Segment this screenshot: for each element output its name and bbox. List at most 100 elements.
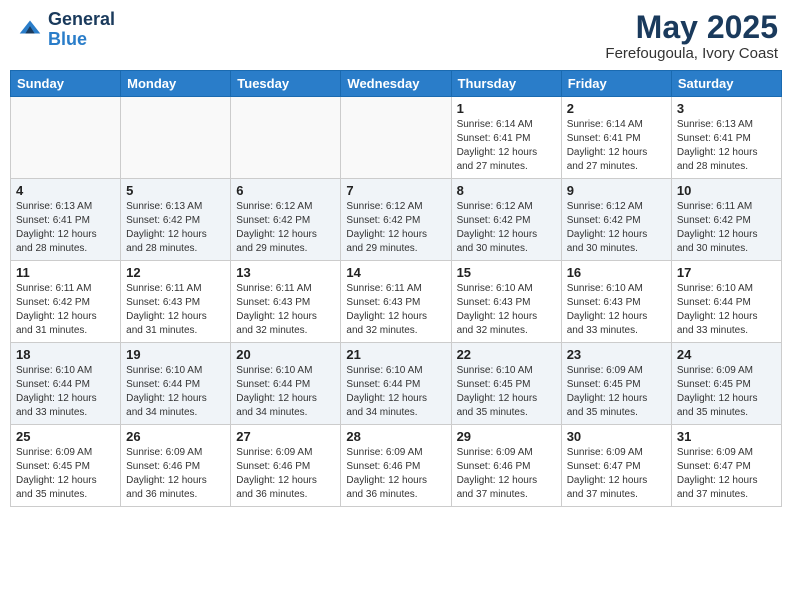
calendar-day-cell: 31 Sunrise: 6:09 AMSunset: 6:47 PMDayligh… [671, 425, 781, 507]
day-number: 27 [236, 429, 335, 444]
day-number: 10 [677, 183, 776, 198]
day-info: Sunrise: 6:11 AMSunset: 6:42 PMDaylight:… [16, 282, 115, 338]
day-info: Sunrise: 6:09 AMSunset: 6:47 PMDaylight:… [677, 446, 776, 502]
calendar-header-tuesday: Tuesday [231, 71, 341, 97]
day-info: Sunrise: 6:13 AMSunset: 6:42 PMDaylight:… [126, 200, 225, 256]
day-info: Sunrise: 6:10 AMSunset: 6:44 PMDaylight:… [346, 364, 445, 420]
day-number: 5 [126, 183, 225, 198]
calendar-day-cell: 28 Sunrise: 6:09 AMSunset: 6:46 PMDayligh… [341, 425, 451, 507]
day-info: Sunrise: 6:10 AMSunset: 6:44 PMDaylight:… [236, 364, 335, 420]
day-info: Sunrise: 6:09 AMSunset: 6:46 PMDaylight:… [236, 446, 335, 502]
calendar-day-cell: 3 Sunrise: 6:13 AMSunset: 6:41 PMDaylight… [671, 97, 781, 179]
calendar-day-cell: 11 Sunrise: 6:11 AMSunset: 6:42 PMDayligh… [11, 261, 121, 343]
day-info: Sunrise: 6:11 AMSunset: 6:43 PMDaylight:… [126, 282, 225, 338]
calendar-day-cell: 12 Sunrise: 6:11 AMSunset: 6:43 PMDayligh… [121, 261, 231, 343]
logo-text: General Blue [48, 10, 115, 50]
day-info: Sunrise: 6:09 AMSunset: 6:46 PMDaylight:… [126, 446, 225, 502]
calendar-day-cell: 10Sunrise: 6:11 AMSunset: 6:42 PMDayligh… [671, 179, 781, 261]
day-info: Sunrise: 6:09 AMSunset: 6:45 PMDaylight:… [677, 364, 776, 420]
day-number: 2 [567, 101, 666, 116]
day-info: Sunrise: 6:09 AMSunset: 6:45 PMDaylight:… [567, 364, 666, 420]
calendar-day-cell: 17 Sunrise: 6:10 AMSunset: 6:44 PMDayligh… [671, 261, 781, 343]
day-number: 9 [567, 183, 666, 198]
day-number: 17 [677, 265, 776, 280]
calendar-week-row: 11 Sunrise: 6:11 AMSunset: 6:42 PMDayligh… [11, 261, 782, 343]
calendar-header-monday: Monday [121, 71, 231, 97]
calendar-day-cell: 23 Sunrise: 6:09 AMSunset: 6:45 PMDayligh… [561, 343, 671, 425]
day-number: 1 [457, 101, 556, 116]
calendar-day-cell: 18 Sunrise: 6:10 AMSunset: 6:44 PMDayligh… [11, 343, 121, 425]
day-info: Sunrise: 6:10 AMSunset: 6:43 PMDaylight:… [567, 282, 666, 338]
day-number: 22 [457, 347, 556, 362]
day-info: Sunrise: 6:11 AMSunset: 6:43 PMDaylight:… [346, 282, 445, 338]
month-year: May 2025 [605, 10, 778, 45]
day-number: 11 [16, 265, 115, 280]
calendar-header-row: SundayMondayTuesdayWednesdayThursdayFrid… [11, 71, 782, 97]
calendar-header-saturday: Saturday [671, 71, 781, 97]
calendar-day-cell: 13 Sunrise: 6:11 AMSunset: 6:43 PMDayligh… [231, 261, 341, 343]
day-number: 31 [677, 429, 776, 444]
calendar-day-cell [11, 97, 121, 179]
calendar-day-cell: 7Sunrise: 6:12 AMSunset: 6:42 PMDaylight… [341, 179, 451, 261]
calendar-week-row: 25Sunrise: 6:09 AMSunset: 6:45 PMDayligh… [11, 425, 782, 507]
day-info: Sunrise: 6:11 AMSunset: 6:43 PMDaylight:… [236, 282, 335, 338]
day-info: Sunrise: 6:10 AMSunset: 6:45 PMDaylight:… [457, 364, 556, 420]
day-info: Sunrise: 6:10 AMSunset: 6:44 PMDaylight:… [16, 364, 115, 420]
day-info: Sunrise: 6:12 AMSunset: 6:42 PMDaylight:… [236, 200, 335, 256]
day-number: 4 [16, 183, 115, 198]
calendar-week-row: 18 Sunrise: 6:10 AMSunset: 6:44 PMDayligh… [11, 343, 782, 425]
day-number: 19 [126, 347, 225, 362]
calendar-table: SundayMondayTuesdayWednesdayThursdayFrid… [10, 70, 782, 507]
calendar-day-cell: 20 Sunrise: 6:10 AMSunset: 6:44 PMDayligh… [231, 343, 341, 425]
calendar-day-cell: 27 Sunrise: 6:09 AMSunset: 6:46 PMDayligh… [231, 425, 341, 507]
day-info: Sunrise: 6:14 AMSunset: 6:41 PMDaylight:… [457, 118, 556, 174]
page-header: General Blue May 2025 Ferefougoula, Ivor… [10, 10, 782, 62]
day-number: 6 [236, 183, 335, 198]
day-number: 20 [236, 347, 335, 362]
calendar-day-cell [121, 97, 231, 179]
calendar-header-friday: Friday [561, 71, 671, 97]
calendar-day-cell: 21Sunrise: 6:10 AMSunset: 6:44 PMDayligh… [341, 343, 451, 425]
title-block: May 2025 Ferefougoula, Ivory Coast [605, 10, 778, 62]
calendar-day-cell: 8 Sunrise: 6:12 AMSunset: 6:42 PMDaylight… [451, 179, 561, 261]
calendar-day-cell: 14Sunrise: 6:11 AMSunset: 6:43 PMDayligh… [341, 261, 451, 343]
logo: General Blue [14, 10, 115, 50]
day-info: Sunrise: 6:09 AMSunset: 6:46 PMDaylight:… [457, 446, 556, 502]
day-info: Sunrise: 6:12 AMSunset: 6:42 PMDaylight:… [457, 200, 556, 256]
calendar-day-cell: 19Sunrise: 6:10 AMSunset: 6:44 PMDayligh… [121, 343, 231, 425]
day-number: 13 [236, 265, 335, 280]
calendar-day-cell: 30Sunrise: 6:09 AMSunset: 6:47 PMDayligh… [561, 425, 671, 507]
calendar-day-cell [341, 97, 451, 179]
calendar-day-cell: 24Sunrise: 6:09 AMSunset: 6:45 PMDayligh… [671, 343, 781, 425]
calendar-day-cell: 5 Sunrise: 6:13 AMSunset: 6:42 PMDaylight… [121, 179, 231, 261]
calendar-day-cell: 25Sunrise: 6:09 AMSunset: 6:45 PMDayligh… [11, 425, 121, 507]
day-number: 12 [126, 265, 225, 280]
calendar-day-cell: 15Sunrise: 6:10 AMSunset: 6:43 PMDayligh… [451, 261, 561, 343]
day-info: Sunrise: 6:09 AMSunset: 6:46 PMDaylight:… [346, 446, 445, 502]
day-number: 30 [567, 429, 666, 444]
day-info: Sunrise: 6:13 AMSunset: 6:41 PMDaylight:… [16, 200, 115, 256]
day-number: 28 [346, 429, 445, 444]
calendar-header-sunday: Sunday [11, 71, 121, 97]
calendar-week-row: 4 Sunrise: 6:13 AMSunset: 6:41 PMDaylight… [11, 179, 782, 261]
calendar-day-cell: 9 Sunrise: 6:12 AMSunset: 6:42 PMDaylight… [561, 179, 671, 261]
day-info: Sunrise: 6:10 AMSunset: 6:44 PMDaylight:… [677, 282, 776, 338]
calendar-day-cell: 6 Sunrise: 6:12 AMSunset: 6:42 PMDaylight… [231, 179, 341, 261]
day-info: Sunrise: 6:12 AMSunset: 6:42 PMDaylight:… [567, 200, 666, 256]
logo-blue: Blue [48, 29, 87, 49]
day-number: 25 [16, 429, 115, 444]
day-number: 16 [567, 265, 666, 280]
calendar-day-cell: 29 Sunrise: 6:09 AMSunset: 6:46 PMDayligh… [451, 425, 561, 507]
day-number: 29 [457, 429, 556, 444]
day-number: 26 [126, 429, 225, 444]
calendar-day-cell: 22 Sunrise: 6:10 AMSunset: 6:45 PMDayligh… [451, 343, 561, 425]
logo-general: General [48, 9, 115, 29]
day-number: 18 [16, 347, 115, 362]
day-number: 3 [677, 101, 776, 116]
day-number: 23 [567, 347, 666, 362]
calendar-day-cell: 4 Sunrise: 6:13 AMSunset: 6:41 PMDaylight… [11, 179, 121, 261]
calendar-day-cell: 1 Sunrise: 6:14 AMSunset: 6:41 PMDaylight… [451, 97, 561, 179]
calendar-day-cell: 16 Sunrise: 6:10 AMSunset: 6:43 PMDayligh… [561, 261, 671, 343]
day-info: Sunrise: 6:13 AMSunset: 6:41 PMDaylight:… [677, 118, 776, 174]
day-number: 8 [457, 183, 556, 198]
